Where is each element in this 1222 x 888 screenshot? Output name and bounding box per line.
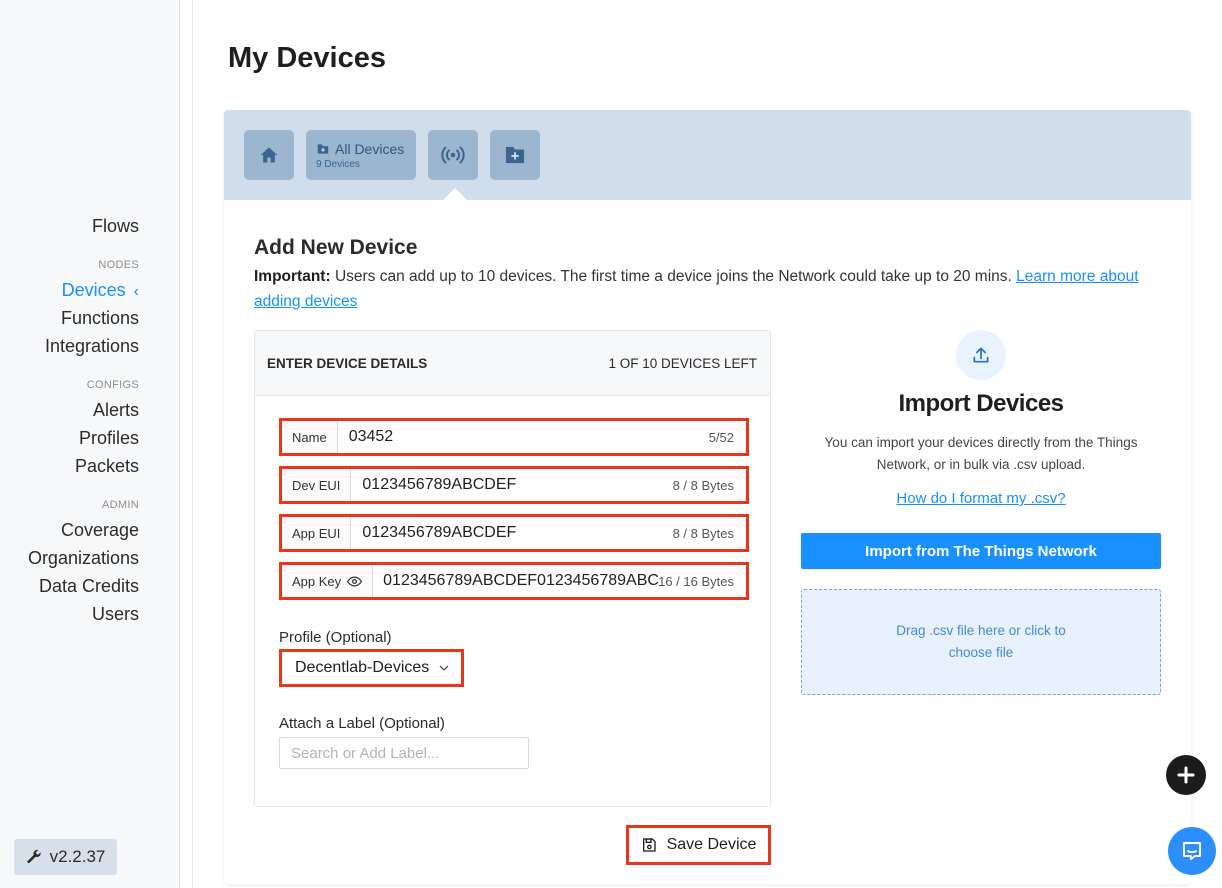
dev-eui-byte-count: 8 / 8 Bytes: [672, 477, 734, 493]
add-device-title: Add New Device: [254, 236, 418, 259]
important-notice: Important: Users can add up to 10 device…: [254, 264, 1154, 314]
active-tab-pointer: [443, 188, 467, 200]
sidebar-item-integrations[interactable]: Integrations: [28, 332, 139, 360]
app-key-byte-count: 16 / 16 Bytes: [658, 573, 734, 589]
all-devices-tab[interactable]: All Devices 9 Devices: [306, 130, 416, 180]
chat-icon: [1183, 842, 1201, 860]
devices-left-counter: 1 OF 10 DEVICES LEFT: [608, 355, 757, 371]
column-divider: [192, 0, 193, 888]
profile-select[interactable]: Decentlab-Devices: [279, 649, 464, 687]
sidebar-item-functions[interactable]: Functions: [28, 304, 139, 332]
all-devices-label: All Devices: [335, 140, 405, 157]
wrench-icon: [26, 849, 41, 864]
add-folder-tab-button[interactable]: [490, 130, 540, 180]
sidebar-item-devices[interactable]: Devices ‹: [28, 276, 139, 304]
add-fab-button[interactable]: [1166, 755, 1206, 795]
save-device-label: Save Device: [666, 836, 757, 853]
sidebar: Flows NODES Devices ‹ Functions Integrati…: [0, 0, 180, 888]
device-tabs-bar: All Devices 9 Devices: [224, 110, 1191, 200]
profile-label: Profile (Optional): [279, 629, 392, 646]
import-devices-title: Import Devices: [898, 390, 1064, 417]
all-devices-count: 9 Devices: [316, 158, 360, 170]
sidebar-heading-configs: CONFIGS: [86, 379, 139, 391]
sidebar-item-organizations[interactable]: Organizations: [28, 544, 139, 572]
name-field-value[interactable]: 03452: [338, 428, 709, 446]
chevron-left-icon: ‹: [133, 283, 139, 300]
home-tab-button[interactable]: [244, 130, 294, 180]
form-header-title: ENTER DEVICE DETAILS: [267, 355, 428, 371]
version-badge[interactable]: v2.2.37: [14, 839, 117, 875]
sidebar-item-packets[interactable]: Packets: [28, 452, 139, 480]
eye-icon[interactable]: [347, 575, 363, 587]
device-details-form: ENTER DEVICE DETAILS 1 OF 10 DEVICES LEF…: [254, 330, 771, 807]
sidebar-item-alerts[interactable]: Alerts: [28, 396, 139, 424]
sidebar-item-label: Devices: [61, 280, 126, 300]
form-header: ENTER DEVICE DETAILS 1 OF 10 DEVICES LEF…: [255, 331, 770, 396]
devices-card: All Devices 9 Devices Add New Device Imp…: [224, 110, 1191, 884]
folder-download-icon: [317, 143, 329, 154]
sidebar-item-profiles[interactable]: Profiles: [28, 424, 139, 452]
all-devices-tab-title: All Devices: [316, 141, 404, 157]
important-label: Important:: [254, 268, 331, 285]
chevron-down-icon: [439, 665, 449, 671]
dev-eui-value[interactable]: 0123456789ABCDEF: [351, 476, 672, 494]
dev-eui-field[interactable]: Dev EUI 0123456789ABCDEF 8 / 8 Bytes: [279, 466, 749, 504]
sidebar-item-users[interactable]: Users: [28, 600, 139, 628]
save-device-button[interactable]: Save Device: [626, 825, 771, 865]
sidebar-item-flows[interactable]: Flows: [28, 212, 139, 240]
app-eui-value[interactable]: 0123456789ABCDEF: [351, 524, 672, 542]
csv-dropzone[interactable]: Drag .csv file here or click to choose f…: [801, 589, 1161, 695]
attach-label-title: Attach a Label (Optional): [279, 715, 445, 732]
app-eui-label: App EUI: [282, 517, 352, 549]
add-device-tab-button[interactable]: [428, 130, 478, 180]
name-char-count: 5/52: [708, 429, 734, 445]
sidebar-item-coverage[interactable]: Coverage: [28, 516, 139, 544]
important-text: Users can add up to 10 devices. The firs…: [330, 268, 1017, 285]
folder-plus-icon: [505, 146, 525, 164]
app-key-label: App Key: [292, 573, 342, 589]
dev-eui-label: Dev EUI: [282, 469, 352, 501]
import-description: You can import your devices directly fro…: [824, 435, 1138, 472]
app-key-value[interactable]: 0123456789ABCDEF0123456789ABCDEF: [373, 572, 658, 590]
broadcast-icon: [441, 146, 465, 164]
version-label: v2.2.37: [49, 847, 106, 866]
sidebar-heading-nodes: NODES: [98, 259, 139, 271]
app-key-label-wrap: App Key: [282, 565, 374, 597]
app-key-field[interactable]: App Key 0123456789ABCDEF0123456789ABCDEF…: [279, 562, 749, 600]
label-search-input[interactable]: [279, 737, 529, 769]
app-eui-byte-count: 8 / 8 Bytes: [672, 525, 734, 541]
chat-support-button[interactable]: [1168, 827, 1216, 875]
upload-icon-circle: [956, 330, 1006, 380]
upload-icon: [973, 347, 989, 363]
profile-selected-value: Decentlab-Devices: [295, 659, 430, 676]
csv-format-link[interactable]: How do I format my .csv?: [801, 490, 1161, 507]
name-field[interactable]: Name 03452 5/52: [279, 418, 749, 456]
page-title: My Devices: [228, 42, 386, 74]
sidebar-heading-admin: ADMIN: [102, 499, 139, 511]
sidebar-item-data-credits[interactable]: Data Credits: [28, 572, 139, 600]
app-eui-field[interactable]: App EUI 0123456789ABCDEF 8 / 8 Bytes: [279, 514, 749, 552]
import-ttn-button[interactable]: Import from The Things Network: [801, 533, 1161, 569]
sidebar-nav: Flows NODES Devices ‹ Functions Integrati…: [28, 212, 139, 628]
plus-icon: [1177, 766, 1195, 784]
home-icon: [260, 147, 278, 163]
name-field-label: Name: [282, 421, 338, 453]
save-icon: [642, 838, 656, 852]
